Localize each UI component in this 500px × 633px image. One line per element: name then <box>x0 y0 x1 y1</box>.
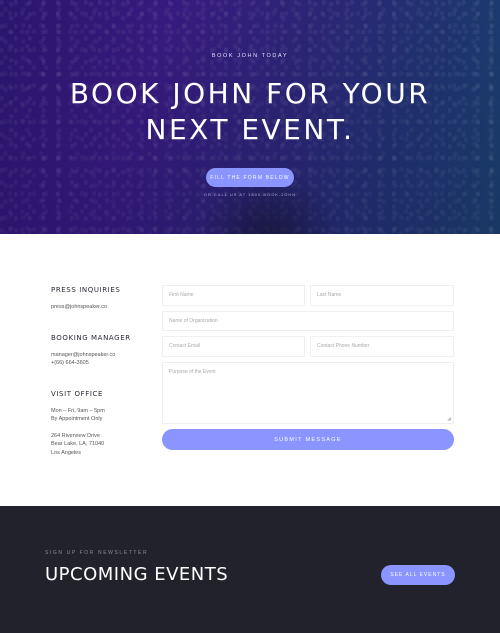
events-section: SIGN UP FOR NEWSLETTER UPCOMING EVENTS S… <box>0 506 500 633</box>
office-address-city: Bear Lake, LA, 71040 <box>51 441 105 447</box>
hero-eyebrow: BOOK JOHN TODAY <box>211 53 289 59</box>
hero-section: BOOK JOHN TODAY BOOK JOHN FOR YOUR NEXT … <box>0 0 500 234</box>
first-name-field[interactable]: First Name <box>162 285 305 306</box>
last-name-placeholder: Last Name <box>317 292 342 298</box>
press-heading: PRESS INQUIRIES <box>51 286 121 294</box>
purpose-textarea[interactable]: Purpose of the Event ◢ <box>162 362 454 424</box>
hero-title-line-2: NEXT EVENT. <box>145 113 355 146</box>
newsletter-eyebrow: SIGN UP FOR NEWSLETTER <box>45 550 149 556</box>
first-name-placeholder: First Name <box>169 292 194 298</box>
contact-info: PRESS INQUIRIES press@johnspeaker.co BOO… <box>51 286 151 479</box>
submit-message-button[interactable]: SUBMIT MESSAGE <box>162 429 454 450</box>
see-all-events-button[interactable]: SEE ALL EVENTS <box>381 565 455 585</box>
organization-placeholder: Name of Organization <box>169 318 218 324</box>
office-hours: Mon – Fri, 9am – 5pm <box>51 407 105 414</box>
events-title: UPCOMING EVENTS <box>45 564 229 585</box>
office-address-region: Los Angeles <box>51 449 81 456</box>
booking-manager-block: BOOKING MANAGER manager@johnspeaker.co +… <box>51 334 151 368</box>
hero-title: BOOK JOHN FOR YOUR NEXT EVENT. <box>0 76 500 148</box>
office-address-street: 264 Riverview Drive <box>51 432 100 439</box>
booking-heading: BOOKING MANAGER <box>51 333 131 342</box>
booking-email[interactable]: manager@johnspeaker.co <box>51 351 151 360</box>
contact-email-field[interactable]: Contact Email <box>162 336 305 357</box>
fill-form-button[interactable]: FILL THE FORM BELOW <box>206 168 294 187</box>
booking-form: First Name Last Name Name of Organizatio… <box>162 285 454 457</box>
contact-section: PRESS INQUIRIES press@johnspeaker.co BOO… <box>0 234 500 506</box>
hero-title-line-1: BOOK JOHN FOR YOUR <box>69 77 431 110</box>
office-heading: VISIT OFFICE <box>51 389 103 398</box>
purpose-placeholder: Purpose of the Event <box>169 369 216 375</box>
last-name-field[interactable]: Last Name <box>310 285 454 306</box>
booking-phone[interactable]: +(66) 664-3605 <box>51 359 151 368</box>
organization-field[interactable]: Name of Organization <box>162 311 454 331</box>
visit-office-block: VISIT OFFICE Mon – Fri, 9am – 5pm By App… <box>51 390 151 458</box>
contact-phone-placeholder: Contact Phone Number <box>317 343 370 349</box>
press-inquiries-block: PRESS INQUIRIES press@johnspeaker.co <box>51 286 151 312</box>
contact-phone-field[interactable]: Contact Phone Number <box>310 336 454 357</box>
hero-call-text: OR CALL US AT 1800-BOOK-JOHN <box>203 192 297 197</box>
office-appointment: By Appointment Only <box>51 416 103 422</box>
resize-handle-icon[interactable]: ◢ <box>447 416 451 422</box>
contact-email-placeholder: Contact Email <box>169 343 201 349</box>
press-email[interactable]: press@johnspeaker.co <box>51 303 151 312</box>
